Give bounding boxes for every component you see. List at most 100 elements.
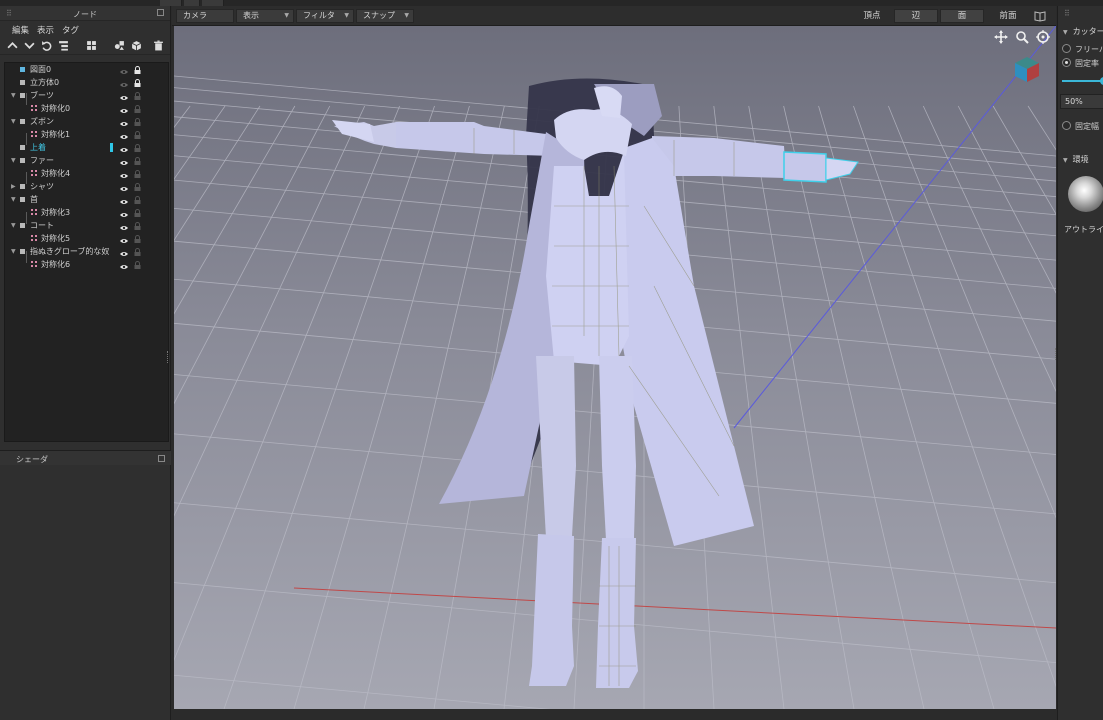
tree-row[interactable]: ▼ ズボン (5, 115, 168, 128)
tree-row[interactable]: 図面0 (5, 63, 168, 76)
lock-icon[interactable] (134, 260, 141, 269)
ratio-slider[interactable] (1062, 77, 1103, 85)
tree-row[interactable]: ▼ ファー (5, 154, 168, 167)
collapse-arrow-icon[interactable]: ▼ (11, 115, 19, 128)
trash-icon[interactable] (152, 39, 164, 51)
collapse-arrow-icon[interactable]: ▼ (11, 219, 19, 232)
undo-icon[interactable] (40, 39, 52, 51)
visibility-eye-icon[interactable] (120, 66, 128, 74)
lock-icon[interactable] (134, 234, 141, 243)
visibility-eye-icon[interactable] (120, 235, 128, 243)
tree-row-child[interactable]: 対称化0 (5, 102, 168, 115)
cube-icon[interactable] (130, 39, 142, 51)
drag-handle-icon[interactable]: ⠿ (1064, 9, 1070, 18)
visibility-eye-icon[interactable] (120, 183, 128, 191)
camera-dropdown[interactable]: カメラ (176, 9, 234, 23)
visibility-eye-icon[interactable] (120, 222, 128, 230)
chevron-up-icon[interactable] (6, 39, 18, 51)
visibility-eye-icon[interactable] (120, 144, 128, 152)
lock-icon[interactable] (134, 143, 141, 152)
ratio-value-field[interactable]: 50% (1060, 94, 1103, 109)
collapse-arrow-icon[interactable]: ▼ (11, 154, 19, 167)
lock-icon[interactable] (134, 182, 141, 191)
visibility-eye-icon[interactable] (120, 170, 128, 178)
tree-row[interactable]: ▼ コート (5, 219, 168, 232)
menu-tag[interactable]: タグ (60, 21, 85, 36)
panel-resize-handle[interactable] (167, 351, 170, 363)
right-glove-mesh[interactable] (783, 151, 827, 183)
list-icon[interactable] (57, 39, 69, 51)
visibility-eye-icon[interactable] (120, 131, 128, 139)
tree-row[interactable]: ▶ シャツ (5, 180, 168, 193)
lock-icon[interactable] (134, 247, 141, 256)
collapse-arrow-icon[interactable]: ▼ (11, 245, 19, 258)
view-cube-icon[interactable] (1012, 54, 1042, 84)
front-face-button[interactable]: 前面 (988, 9, 1028, 23)
orbit-icon[interactable] (1036, 30, 1050, 44)
edge-mode-button[interactable]: 辺 (894, 9, 938, 23)
lock-icon[interactable] (134, 195, 141, 204)
3d-viewport[interactable] (174, 26, 1056, 709)
book-icon[interactable] (1034, 10, 1046, 22)
undock-icon[interactable] (157, 9, 164, 16)
lock-icon[interactable] (134, 156, 141, 165)
left-hand-mesh[interactable] (332, 120, 374, 142)
lock-icon[interactable] (134, 117, 141, 126)
zoom-icon[interactable] (1015, 30, 1029, 44)
pants-left-mesh[interactable] (536, 356, 576, 538)
lock-icon[interactable] (134, 130, 141, 139)
lock-icon[interactable] (134, 78, 141, 87)
visibility-eye-icon[interactable] (120, 92, 128, 100)
vertex-mode-button[interactable]: 頂点 (852, 9, 892, 23)
display-dropdown[interactable]: 表示 ▼ (236, 9, 294, 23)
visibility-eye-icon[interactable] (120, 261, 128, 269)
freehand-radio[interactable] (1062, 44, 1071, 53)
undock-icon[interactable] (158, 455, 165, 462)
lock-icon[interactable] (134, 208, 141, 217)
visibility-eye-icon[interactable] (120, 157, 128, 165)
lock-icon[interactable] (134, 221, 141, 230)
boot-left-mesh[interactable] (529, 534, 574, 686)
collapse-arrow-icon[interactable]: ▼ (11, 89, 19, 102)
panel-resize-handle[interactable] (1055, 348, 1058, 360)
visibility-eye-icon[interactable] (120, 248, 128, 256)
fixed-ratio-radio[interactable] (1062, 58, 1071, 67)
cutter-section-header[interactable]: ▼ カッター (1063, 26, 1103, 37)
grid-icon[interactable] (85, 39, 97, 51)
lock-icon[interactable] (134, 91, 141, 100)
tree-row-child[interactable]: 対称化5 (5, 232, 168, 245)
tree-row-child[interactable]: 対称化3 (5, 206, 168, 219)
visibility-eye-icon[interactable] (120, 209, 128, 217)
matcap-preview[interactable] (1068, 176, 1103, 212)
tree-row[interactable]: 立方体0 (5, 76, 168, 89)
tree-row-child[interactable]: 対称化4 (5, 167, 168, 180)
visibility-eye-icon[interactable] (120, 105, 128, 113)
visibility-eye-icon[interactable] (120, 196, 128, 204)
face-mode-button[interactable]: 面 (940, 9, 984, 23)
lock-icon[interactable] (134, 65, 141, 74)
filter-dropdown[interactable]: フィルタ ▼ (296, 9, 354, 23)
coat-right-mesh[interactable] (619, 138, 754, 546)
tree-row-child[interactable]: 対称化6 (5, 258, 168, 271)
menu-edit[interactable]: 編集 (10, 21, 35, 36)
tree-row[interactable]: ▼ 首 (5, 193, 168, 206)
tree-row[interactable]: ▼ ブーツ (5, 89, 168, 102)
chevron-down-icon[interactable] (23, 39, 35, 51)
boot-right-mesh[interactable] (596, 538, 638, 688)
visibility-eye-icon[interactable] (120, 118, 128, 126)
scene-canvas[interactable] (174, 26, 1056, 709)
collapse-arrow-icon[interactable]: ▼ (11, 193, 19, 206)
visibility-eye-icon[interactable] (120, 79, 128, 87)
menu-view[interactable]: 表示 (35, 21, 60, 36)
expand-arrow-icon[interactable]: ▶ (11, 180, 19, 193)
group-icon[interactable] (113, 39, 125, 51)
lock-icon[interactable] (134, 169, 141, 178)
fixed-width-radio[interactable] (1062, 121, 1071, 130)
environment-section-header[interactable]: ▼ 環境 (1063, 154, 1089, 165)
pants-right-mesh[interactable] (599, 356, 636, 540)
lock-icon[interactable] (134, 104, 141, 113)
tree-row[interactable]: 上着 (5, 141, 168, 154)
snap-dropdown[interactable]: スナップ ▼ (356, 9, 414, 23)
tree-row[interactable]: ▼ 指ぬきグローブ的な奴 (5, 245, 168, 258)
tree-row-child[interactable]: 対称化1 (5, 128, 168, 141)
